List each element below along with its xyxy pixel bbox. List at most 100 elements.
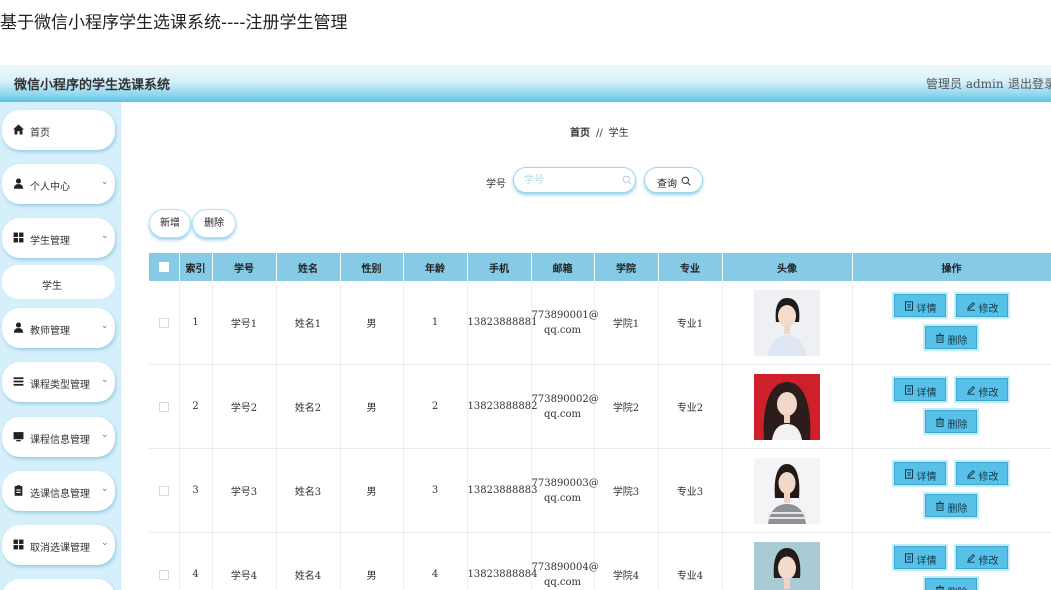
search-input[interactable] [524, 173, 620, 187]
sidebar-item-partial[interactable] [2, 579, 115, 590]
sidebar-item-personal-center[interactable]: 个人中心 ⌄ [2, 164, 115, 204]
detail-button[interactable]: 详情 [893, 378, 946, 401]
delete-button-label: 删除 [948, 584, 968, 590]
detail-button-label: 详情 [916, 304, 937, 315]
cell-email: 773890004@ qq.com [531, 532, 599, 590]
detail-button[interactable]: 详情 [893, 546, 946, 569]
header-index: 索引 [179, 253, 213, 281]
cell-age: 3 [403, 448, 468, 533]
search-field[interactable] [513, 167, 636, 193]
delete-button[interactable]: 删除 [924, 578, 977, 590]
header-major: 专业 [658, 253, 723, 281]
header-name: 姓名 [276, 253, 341, 281]
clipboard-icon [14, 485, 23, 496]
edit-button-label: 修改 [978, 388, 999, 399]
sidebar-item-label: 学生管理 [30, 236, 70, 247]
edit-button[interactable]: 修改 [955, 546, 1008, 569]
detail-button[interactable]: 详情 [893, 294, 946, 317]
edit-button[interactable]: 修改 [955, 294, 1008, 317]
chevron-down-icon: ⌄ [101, 484, 109, 494]
cell-avatar [722, 532, 853, 590]
document-icon [904, 301, 913, 311]
delete-selected-button[interactable]: 删除 [192, 209, 236, 238]
document-icon [904, 553, 913, 563]
avatar [754, 289, 820, 356]
cell-age: 1 [403, 281, 468, 365]
document-icon [904, 469, 913, 479]
edit-icon [966, 469, 975, 479]
header-student-no: 学号 [212, 253, 277, 281]
detail-button[interactable]: 详情 [893, 462, 946, 485]
header-avatar: 头像 [722, 253, 853, 281]
sidebar-item-teacher-management[interactable]: 教师管理 ⌄ [2, 308, 115, 348]
detail-button-label: 详情 [916, 472, 937, 483]
cell-actions: 详情 修改 删除 [852, 364, 1051, 449]
row-checkbox[interactable] [158, 569, 169, 580]
cell-gender: 男 [340, 532, 404, 590]
cell-phone: 13823888881 [467, 281, 538, 365]
breadcrumb-separator: // [596, 128, 603, 139]
edit-icon [966, 301, 975, 311]
delete-button[interactable]: 删除 [924, 410, 977, 433]
search-label: 学号 [486, 179, 506, 190]
edit-button-label: 修改 [978, 556, 999, 567]
cell-major: 专业2 [658, 364, 723, 449]
chevron-down-icon: ⌄ [101, 538, 109, 548]
cell-email: 773890001@ qq.com [531, 281, 599, 365]
delete-button[interactable]: 删除 [924, 326, 977, 349]
edit-button-label: 修改 [978, 472, 999, 483]
email-part: 773890001@ [531, 309, 599, 321]
edit-button[interactable]: 修改 [955, 378, 1008, 401]
sidebar-item-student-management[interactable]: 学生管理 ⌄ [2, 218, 115, 258]
app-name: 微信小程序的学生选课系统 [14, 78, 171, 93]
sidebar-item-label: 选课信息管理 [30, 489, 90, 500]
breadcrumb-current: 学生 [608, 128, 629, 139]
student-table: 索引 学号 姓名 性别 年龄 手机 邮箱 学院 专业 头像 操作 1 学号1 姓… [149, 253, 1051, 590]
cell-phone: 13823888884 [467, 532, 538, 590]
detail-button-label: 详情 [916, 556, 937, 567]
cell-student-no: 学号1 [212, 281, 277, 365]
sidebar-item-label: 个人中心 [30, 182, 70, 193]
row-checkbox[interactable] [158, 485, 169, 496]
grid-icon [13, 232, 24, 243]
row-checkbox[interactable] [158, 317, 169, 328]
delete-button[interactable]: 删除 [924, 494, 977, 517]
header-gender: 性别 [340, 253, 404, 281]
sidebar-item-course-type-management[interactable]: 课程类型管理 ⌄ [2, 362, 115, 402]
sidebar-subitem-label: 学生 [42, 281, 62, 292]
logout-link[interactable]: 退出登录 [1008, 75, 1051, 92]
user-icon [13, 178, 24, 189]
avatar [754, 373, 820, 440]
cell-college: 学院2 [594, 364, 659, 449]
cell-major: 专业4 [658, 532, 723, 590]
breadcrumb-home[interactable]: 首页 [570, 128, 590, 139]
cell-name: 姓名4 [276, 532, 341, 590]
sidebar-item-home[interactable]: 首页 [2, 110, 115, 150]
search-icon [622, 175, 632, 185]
cell-index: 1 [179, 281, 213, 365]
sidebar-item-course-info-management[interactable]: 课程信息管理 ⌄ [2, 417, 115, 457]
row-select-cell[interactable] [149, 532, 180, 590]
trash-icon [935, 417, 944, 427]
sidebar-item-selection-info-management[interactable]: 选课信息管理 ⌄ [2, 471, 115, 511]
select-all-checkbox[interactable] [158, 262, 169, 272]
query-button-label: 查询 [657, 179, 677, 190]
table-row: 1 学号1 姓名1 男 1 13823888881 773890001@ qq.c… [149, 281, 1051, 365]
header-select-all[interactable] [149, 253, 180, 281]
cell-gender: 男 [340, 281, 404, 365]
row-select-cell[interactable] [149, 281, 180, 365]
row-select-cell[interactable] [149, 448, 180, 533]
sidebar-subitem-student[interactable]: 学生 [2, 265, 115, 299]
email-part: 773890002@ [531, 393, 599, 405]
sidebar-item-cancel-selection-management[interactable]: 取消选课管理 ⌄ [2, 525, 115, 565]
edit-button[interactable]: 修改 [955, 462, 1008, 485]
row-select-cell[interactable] [149, 364, 180, 449]
cell-avatar [722, 448, 853, 533]
header-phone: 手机 [467, 253, 532, 281]
row-checkbox[interactable] [158, 401, 169, 412]
edit-icon [966, 553, 975, 563]
cell-college: 学院1 [594, 281, 659, 365]
email-part: qq.com [543, 324, 582, 336]
query-button[interactable]: 查询 [644, 167, 703, 193]
add-button[interactable]: 新增 [149, 209, 191, 238]
